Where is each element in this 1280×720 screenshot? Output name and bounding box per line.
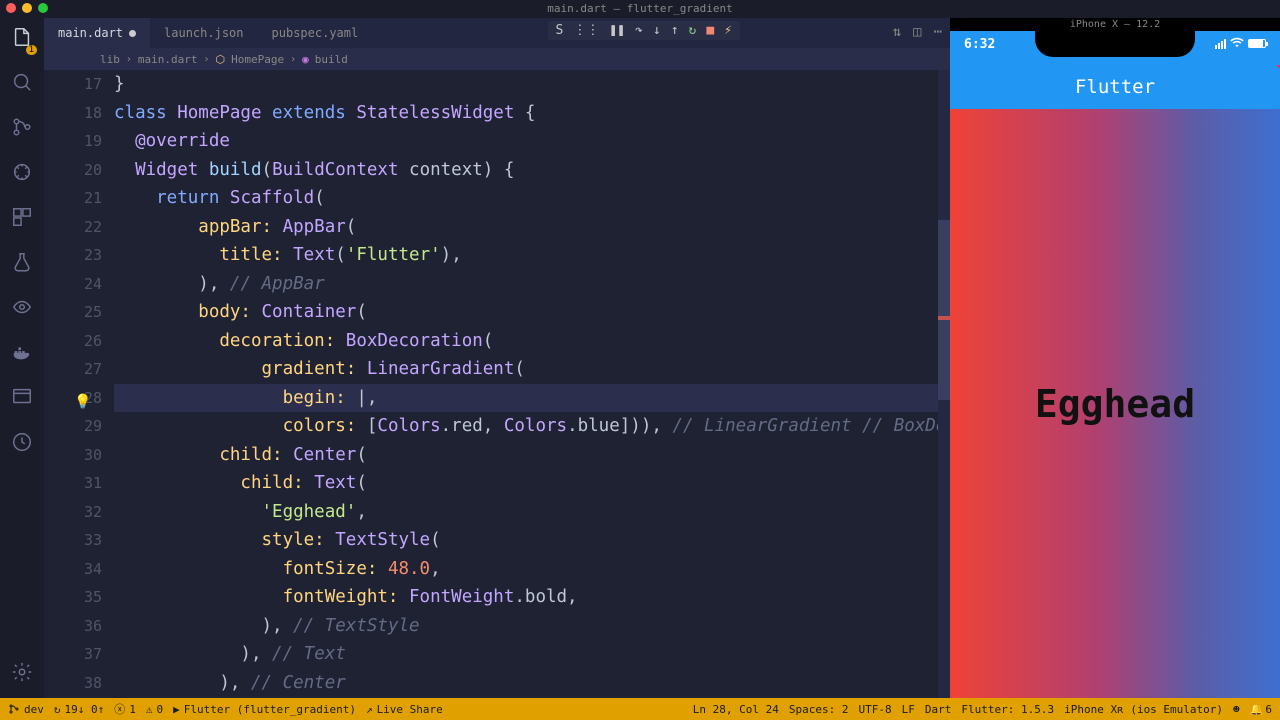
settings-gear-icon[interactable] <box>11 661 33 688</box>
drag-handle-icon[interactable]: ⋮⋮ <box>573 23 599 38</box>
code-line-30[interactable]: child: Center( <box>114 441 950 470</box>
code-line-21[interactable]: return Scaffold( <box>114 184 950 213</box>
more-actions-icon[interactable]: ⋯ <box>934 24 942 40</box>
code-line-35[interactable]: fontWeight: FontWeight.bold, <box>114 583 950 612</box>
explorer-badge: 1 <box>26 45 37 55</box>
language-mode[interactable]: Dart <box>925 703 952 716</box>
battery-icon <box>1248 39 1266 48</box>
device-selector[interactable]: iPhone Xʀ (ios Emulator) <box>1064 703 1223 716</box>
code-line-29[interactable]: colors: [Colors.red, Colors.blue])), // … <box>114 412 950 441</box>
code-line-32[interactable]: 'Egghead', <box>114 498 950 527</box>
preview-icon[interactable] <box>11 386 33 413</box>
code-line-19[interactable]: @override <box>114 127 950 156</box>
split-editor-icon[interactable]: ◫ <box>913 24 921 40</box>
source-control-icon[interactable] <box>11 116 33 143</box>
window-titlebar: main.dart — flutter_gradient <box>0 0 1280 18</box>
cursor-position[interactable]: Ln 28, Col 24 <box>693 703 779 716</box>
step-into-icon[interactable]: ↓ <box>653 23 661 38</box>
debug-session-label: S <box>556 23 564 38</box>
code-line-17[interactable]: } <box>114 70 950 99</box>
pause-icon[interactable]: ❚❚ <box>609 23 625 38</box>
breadcrumb-class[interactable]: HomePage <box>231 53 284 66</box>
problems-warnings[interactable]: ⚠ 0 <box>146 703 163 716</box>
flutter-version[interactable]: Flutter: 1.5.3 <box>961 703 1054 716</box>
app-body: Egghead <box>950 109 1280 698</box>
minimap-thumb[interactable] <box>938 220 950 400</box>
breadcrumb-folder[interactable]: lib <box>100 53 120 66</box>
simulator-device-label: iPhone X — 12.2 <box>950 18 1280 31</box>
encoding[interactable]: UTF-8 <box>859 703 892 716</box>
app-bar: Flutter <box>950 65 1280 109</box>
code-line-28[interactable]: 💡 begin: |, <box>114 384 950 413</box>
code-editor[interactable]: 1718192021222324252627282930313233343536… <box>44 70 950 698</box>
phone-notch <box>1035 31 1195 57</box>
explorer-icon[interactable]: 1 <box>11 26 33 53</box>
compare-icon[interactable]: ⇅ <box>893 24 901 40</box>
notifications[interactable]: 🔔6 <box>1250 703 1272 716</box>
chevron-right-icon: › <box>290 54 296 65</box>
code-line-20[interactable]: Widget build(BuildContext context) { <box>114 156 950 185</box>
debug-icon[interactable] <box>11 161 33 188</box>
modified-indicator-icon <box>129 30 136 37</box>
restart-icon[interactable]: ↻ <box>689 23 697 38</box>
feedback-icon[interactable]: ☻ <box>1233 703 1240 716</box>
live-share[interactable]: ↗ Live Share <box>366 703 443 716</box>
code-line-36[interactable]: ), // TextStyle <box>114 612 950 641</box>
breadcrumb-file[interactable]: main.dart <box>138 53 198 66</box>
git-branch[interactable]: dev <box>8 703 44 716</box>
eol[interactable]: LF <box>902 703 915 716</box>
code-line-38[interactable]: ), // Center <box>114 669 950 698</box>
code-line-26[interactable]: decoration: BoxDecoration( <box>114 327 950 356</box>
code-line-31[interactable]: child: Text( <box>114 469 950 498</box>
code-line-27[interactable]: gradient: LinearGradient( <box>114 355 950 384</box>
editor-tabs: main.dartlaunch.jsonpubspec.yaml S ⋮⋮ ❚❚… <box>44 18 950 48</box>
minimize-window-button[interactable] <box>22 3 32 13</box>
code-line-22[interactable]: appBar: AppBar( <box>114 213 950 242</box>
code-line-23[interactable]: title: Text('Flutter'), <box>114 241 950 270</box>
test-icon[interactable] <box>11 251 33 278</box>
phone-time: 6:32 <box>964 37 995 52</box>
step-over-icon[interactable]: ↷ <box>635 23 643 38</box>
breadcrumb[interactable]: lib › main.dart › ⬡ HomePage › ◉ build <box>44 48 950 70</box>
indentation[interactable]: Spaces: 2 <box>789 703 849 716</box>
code-line-37[interactable]: ), // Text <box>114 640 950 669</box>
signal-icon <box>1215 39 1226 49</box>
code-line-25[interactable]: body: Container( <box>114 298 950 327</box>
stop-icon[interactable]: ■ <box>706 23 714 38</box>
search-icon[interactable] <box>11 71 33 98</box>
code-line-24[interactable]: ), // AppBar <box>114 270 950 299</box>
run-target[interactable]: ▶ Flutter (flutter_gradient) <box>173 703 356 716</box>
window-title: main.dart — flutter_gradient <box>547 2 732 15</box>
liveshare-icon[interactable] <box>11 296 33 323</box>
breadcrumb-method[interactable]: build <box>315 53 348 66</box>
minimap[interactable] <box>938 70 950 698</box>
simulator-panel: iPhone X — 12.2 DEBUG 6:32 Flutter <box>950 18 1280 698</box>
maximize-window-button[interactable] <box>38 3 48 13</box>
error-marker <box>938 316 950 320</box>
problems-errors[interactable]: ⓧ 1 <box>114 701 136 717</box>
code-line-18[interactable]: class HomePage extends StatelessWidget { <box>114 99 950 128</box>
lightbulb-icon[interactable]: 💡 <box>74 388 91 417</box>
docker-icon[interactable] <box>11 341 33 368</box>
app-bar-title: Flutter <box>1075 76 1155 98</box>
git-sync[interactable]: ↻ 19↓ 0↑ <box>54 703 104 716</box>
activity-bar: 1 <box>0 18 44 698</box>
phone-statusbar: 6:32 <box>950 31 1280 65</box>
clock-icon[interactable] <box>11 431 33 458</box>
chevron-right-icon: › <box>126 54 132 65</box>
tab-main-dart[interactable]: main.dart <box>44 18 150 48</box>
app-body-text: Egghead <box>1035 382 1195 426</box>
step-out-icon[interactable]: ↑ <box>671 23 679 38</box>
chevron-right-icon: › <box>204 54 210 65</box>
code-line-34[interactable]: fontSize: 48.0, <box>114 555 950 584</box>
status-bar: dev ↻ 19↓ 0↑ ⓧ 1 ⚠ 0 ▶ Flutter (flutter_… <box>0 698 1280 720</box>
debug-toolbar: S ⋮⋮ ❚❚ ↷ ↓ ↑ ↻ ■ ⚡ <box>548 21 740 40</box>
extensions-icon[interactable] <box>11 206 33 233</box>
tab-pubspec-yaml[interactable]: pubspec.yaml <box>258 18 373 48</box>
wifi-icon <box>1230 37 1244 50</box>
close-window-button[interactable] <box>6 3 16 13</box>
hot-reload-icon[interactable]: ⚡ <box>724 23 732 38</box>
tab-launch-json[interactable]: launch.json <box>150 18 257 48</box>
code-line-33[interactable]: style: TextStyle( <box>114 526 950 555</box>
